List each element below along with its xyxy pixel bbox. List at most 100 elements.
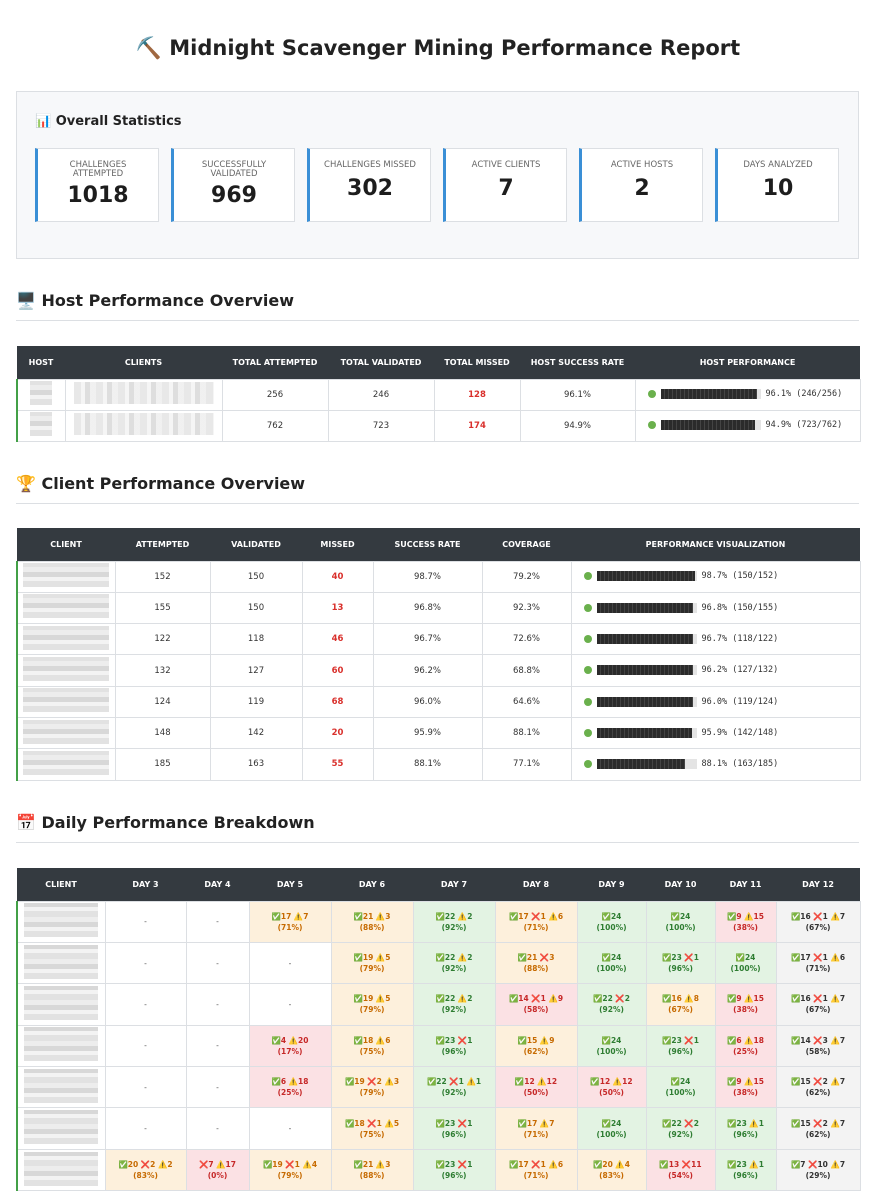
daily-counts: -	[288, 958, 292, 968]
performance-text: 96.8% (150/155)	[701, 602, 779, 613]
daily-counts: -	[216, 917, 219, 927]
status-dot-icon	[583, 697, 592, 706]
daily-percentage: (100%)	[665, 922, 696, 932]
stat-label: Active Clients	[471, 160, 541, 170]
daily-counts: ✅22 ⚠️2	[435, 911, 473, 921]
redacted-client-image	[23, 719, 110, 744]
daily-cell: ✅17 ⚠️7 (71%)	[248, 900, 332, 943]
daily-counts: ✅19 ❌2 ⚠️3	[344, 1077, 400, 1087]
daily-counts: ✅23 ❌1	[435, 1118, 473, 1128]
stat-card-days-analyzed: Days Analyzed 10	[715, 148, 839, 222]
daily-cell: -	[104, 900, 187, 943]
column-header: Host Performance	[635, 346, 860, 379]
attempted-cell: 152	[114, 560, 211, 593]
daily-cell: ✅16 ⚠️8 (67%)	[645, 983, 716, 1026]
host-table-header: Host Clients Total Attempted Total Valid…	[17, 346, 860, 379]
daily-cell: ✅19 ❌2 ⚠️3 (79%)	[330, 1066, 414, 1109]
performance-visualization-cell: 95.9% (142/148)	[570, 716, 861, 750]
column-header: Performance Visualization	[571, 528, 860, 561]
performance-bar	[596, 633, 697, 644]
daily-counts: ✅22 ❌2	[593, 994, 630, 1004]
daily-cell: ✅21 ⚠️3 (88%)	[330, 1148, 414, 1192]
daily-cell: ✅22 ❌1 ⚠️1 (92%)	[412, 1066, 496, 1109]
performance-text: 98.7% (150/152)	[701, 571, 779, 582]
daily-cell: ✅19 ❌1 ⚠️4 (79%)	[248, 1148, 332, 1192]
daily-counts: -	[144, 1124, 147, 1134]
daily-cell: ✅17 ⚠️7 (71%)	[494, 1107, 578, 1150]
client-row: 148 142 20 95.9% 88.1% 95.9% (142/148)	[16, 716, 861, 750]
daily-counts: ✅18 ❌1 ⚠️5	[344, 1118, 400, 1128]
daily-percentage: (96%)	[733, 1129, 758, 1139]
daily-counts: ✅24	[601, 953, 622, 963]
daily-cell: ✅9 ⚠️15 (38%)	[714, 900, 777, 943]
daily-cell: ✅23 ⚠️1 (96%)	[714, 1107, 777, 1150]
daily-cell: -	[104, 1107, 187, 1150]
daily-counts: ✅24	[601, 1118, 622, 1128]
daily-cell: ✅23 ❌1 (96%)	[645, 941, 716, 985]
daily-cell: ✅9 ⚠️15 (38%)	[714, 983, 777, 1026]
daily-counts: ✅23 ❌1	[662, 953, 699, 963]
performance-text: 95.9% (142/148)	[701, 727, 779, 738]
daily-percentage: (54%)	[668, 1171, 693, 1181]
client-name-redacted	[16, 1066, 106, 1109]
stat-label: Active Hosts	[610, 160, 674, 170]
client-row: 122 118 46 96.7% 72.6% 96.7% (118/122)	[16, 623, 861, 656]
daily-cell: ✅24 (100%)	[576, 1107, 647, 1150]
daily-performance-table: Client Day 3 Day 4 Day 5 Day 6 Day 7 Day…	[16, 868, 861, 1192]
column-header: Success Rate	[373, 528, 482, 561]
daily-counts: ✅21 ⚠️3	[353, 1160, 391, 1170]
daily-counts: ✅17 ❌1 ⚠️6	[508, 911, 564, 921]
daily-percentage: (100%)	[596, 1129, 627, 1139]
client-row: 132 127 60 96.2% 68.8% 96.2% (127/132)	[16, 654, 861, 687]
coverage-cell: 88.1%	[481, 716, 572, 750]
daily-percentage: (96%)	[668, 964, 693, 974]
daily-counts: ✅17 ⚠️7	[517, 1118, 555, 1128]
daily-percentage: (58%)	[805, 1046, 831, 1056]
column-header: Coverage	[482, 528, 571, 561]
daily-counts: -	[288, 1124, 292, 1134]
daily-cell: ✅19 ⚠️5 (79%)	[330, 983, 414, 1026]
daily-cell: ✅22 ❌2 (92%)	[576, 983, 647, 1026]
daily-cell: ✅24 (100%)	[576, 941, 647, 985]
daily-cell: ✅19 ⚠️5 (79%)	[330, 941, 414, 985]
daily-cell: ✅22 ⚠️2 (92%)	[412, 983, 496, 1026]
total-missed-cell: 174	[433, 409, 521, 442]
daily-cell: ✅14 ❌3 ⚠️7 (58%)	[775, 1024, 861, 1068]
client-name-redacted	[16, 1024, 106, 1068]
daily-percentage: (71%)	[523, 1129, 549, 1139]
daily-counts: -	[216, 999, 219, 1009]
section-divider	[16, 320, 859, 321]
attempted-cell: 124	[114, 685, 211, 718]
redacted-client-image	[24, 985, 99, 1020]
daily-percentage: (92%)	[599, 1005, 624, 1015]
daily-percentage: (71%)	[523, 922, 549, 932]
stat-value: 1018	[67, 183, 129, 208]
daily-counts: -	[144, 958, 147, 968]
column-header: Day 8	[495, 868, 577, 901]
daily-cell: ✅24 (100%)	[645, 900, 716, 943]
daily-percentage: (38%)	[733, 1088, 758, 1098]
daily-cell: -	[185, 983, 250, 1026]
daily-counts: ✅20 ❌2 ⚠️2	[118, 1160, 173, 1170]
coverage-cell: 64.6%	[481, 685, 572, 718]
daily-row: - - ✅6 ⚠️18 (25%) ✅19 ❌2 ⚠️3 (79%) ✅22 ❌1 ⚠️1(…	[16, 1066, 861, 1109]
daily-counts: ✅12 ⚠️12	[514, 1077, 558, 1087]
performance-text: 88.1% (163/185)	[701, 759, 779, 770]
redacted-client-image	[23, 625, 110, 650]
coverage-cell: 79.2%	[481, 560, 572, 593]
performance-bar-fill	[596, 759, 685, 770]
column-header: Validated	[210, 528, 302, 561]
overall-statistics-panel: 📊 Overall Statistics Challenges Attempte…	[16, 91, 859, 259]
daily-percentage: (83%)	[599, 1171, 624, 1181]
stat-card-challenges-missed: Challenges Missed 302	[307, 148, 431, 222]
status-dot-icon	[583, 572, 592, 581]
daily-percentage: (96%)	[668, 1046, 693, 1056]
daily-cell: ✅7 ❌10 ⚠️7 (29%)	[775, 1148, 861, 1192]
daily-percentage: (62%)	[805, 1088, 831, 1098]
daily-row: ✅20 ❌2 ⚠️2 (83%) ❌7 ⚠️17 (0%) ✅19 ❌1 ⚠️4 (79%…	[16, 1148, 861, 1192]
daily-counts: ✅24	[670, 1077, 691, 1087]
daily-counts: ✅17 ❌1 ⚠️6	[790, 953, 846, 963]
client-name-redacted	[16, 623, 116, 656]
daily-percentage: (71%)	[523, 1171, 549, 1181]
validated-cell: 163	[209, 748, 303, 781]
